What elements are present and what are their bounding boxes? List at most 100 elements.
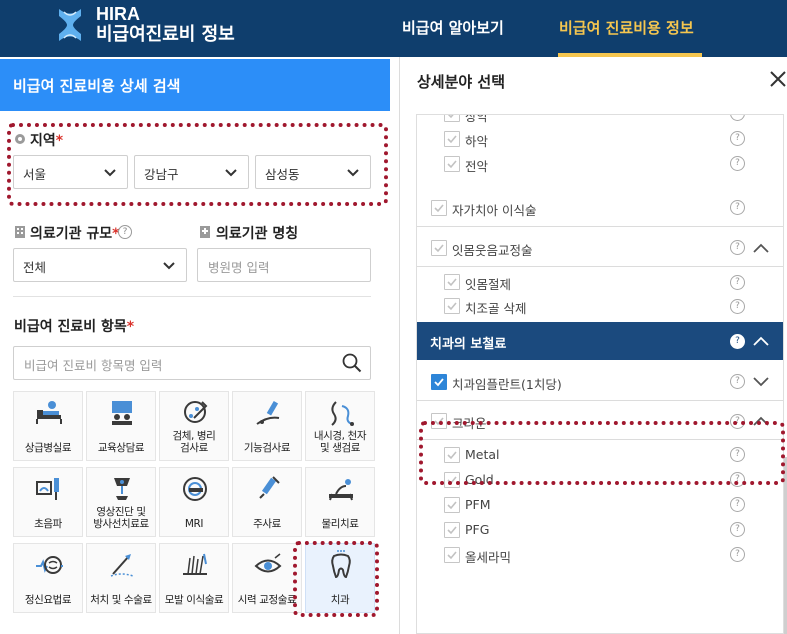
search-icon[interactable] — [342, 353, 362, 373]
subfield-checkbox[interactable] — [444, 496, 460, 513]
subfield-label: 하악 — [465, 133, 489, 149]
subfield-checkbox[interactable] — [431, 199, 447, 216]
institution-name-input[interactable]: 병원명 입력 — [197, 248, 371, 282]
category-tile-radiation[interactable]: 영상진단 및 방사선치료료 — [86, 467, 156, 537]
help-icon[interactable]: ? — [730, 156, 745, 171]
help-icon[interactable]: ? — [730, 240, 745, 255]
subfield-checkbox[interactable] — [444, 298, 460, 314]
subfield-label: PFG — [465, 521, 490, 537]
item-search-placeholder: 비급여 진료비 항목명 입력 — [24, 358, 163, 373]
top-navigation-bar: HIRA 비급여진료비 정보 비급여 알아보기 비급여 진료비용 정보 — [0, 0, 787, 57]
category-tile-brain[interactable]: 정신요법료 — [13, 543, 83, 613]
subfield-checkbox[interactable] — [444, 521, 460, 538]
physical-therapy-icon — [329, 479, 353, 501]
help-icon[interactable]: ? — [730, 547, 745, 562]
category-tile-label: 내시경, 천자 및 생검료 — [313, 430, 367, 454]
hira-logo-icon[interactable] — [55, 6, 85, 44]
function-test-icon — [256, 400, 280, 425]
implant-highlight-box — [419, 421, 785, 485]
subfield-row[interactable]: PFG? — [417, 517, 783, 542]
subfield-row[interactable]: 전악? — [417, 151, 783, 176]
category-tile-hair-transplant[interactable]: 모발 이식술료 — [159, 543, 229, 613]
nav-about-noncovered[interactable]: 비급여 알아보기 — [402, 17, 504, 38]
category-tile-label: 초음파 — [34, 518, 62, 530]
brain-icon — [36, 556, 63, 574]
subfield-label: 치조골 삭제 — [465, 301, 527, 316]
brand-title[interactable]: HIRA 비급여진료비 정보 — [96, 4, 235, 46]
scale-help-icon[interactable]: ? — [118, 225, 132, 239]
category-tile-hospital-bed[interactable]: 상급병실료 — [13, 391, 83, 461]
chevron-down-icon — [163, 262, 175, 270]
category-tile-surgery[interactable]: 처치 및 수술료 — [86, 543, 156, 613]
chevron-up-icon[interactable] — [753, 243, 769, 253]
category-tile-label: 영상진단 및 방사선치료료 — [93, 506, 149, 530]
category-tile-label: 정신요법료 — [24, 594, 72, 606]
category-tile-function-test[interactable]: 기능검사료 — [232, 391, 302, 461]
subfield-label: 자가치아 이식술 — [452, 202, 537, 218]
category-tile-label: 교육상담료 — [97, 442, 145, 454]
subfield-row[interactable]: 하악? — [417, 126, 783, 151]
category-tile-label: 물리치료 — [321, 518, 359, 530]
eye-icon — [254, 553, 282, 573]
brand-en: HIRA — [96, 4, 140, 24]
subfield-row[interactable]: 자가치아 이식술? — [417, 188, 783, 227]
subfield-checkbox[interactable] — [444, 155, 460, 172]
subfield-row[interactable]: 상악? — [417, 115, 783, 126]
help-icon[interactable]: ? — [730, 200, 745, 215]
subfield-row[interactable]: 치조골 삭제? — [417, 294, 783, 318]
subfield-row[interactable]: PFM? — [417, 492, 783, 517]
syringe-icon — [259, 476, 280, 499]
subfield-label: 치과임플란트(1치당) — [452, 376, 562, 392]
help-icon[interactable]: ? — [730, 274, 745, 290]
chevron-down-icon[interactable] — [753, 376, 769, 387]
subfield-group-header[interactable]: 치과의 보철료? — [417, 322, 783, 360]
detail-search-header: 비급여 진료비용 상세 검색 — [0, 59, 390, 111]
category-tile-eye[interactable]: 시력 교정술료 — [232, 543, 302, 613]
subfield-label: 잇몸절제 — [465, 277, 512, 292]
subfield-checkbox[interactable] — [444, 546, 460, 563]
institution-name-placeholder: 병원명 입력 — [208, 260, 270, 275]
help-icon[interactable]: ? — [730, 131, 745, 146]
help-icon[interactable]: ? — [730, 115, 745, 121]
subfield-checkbox[interactable] — [431, 373, 447, 390]
scale-value: 전체 — [23, 260, 47, 275]
radiation-icon — [114, 478, 130, 500]
subfield-select-panel: 상세분야 선택 1/3악당?상악?하악?전악?자가치아 이식술?잇몸웃음교정술?… — [399, 57, 787, 634]
category-tile-mri[interactable]: MRI — [159, 467, 229, 537]
section-divider — [13, 296, 371, 297]
category-tile-syringe[interactable]: 주사료 — [232, 467, 302, 537]
endoscope-icon — [331, 401, 354, 426]
help-icon[interactable]: ? — [730, 333, 745, 349]
chevron-up-icon[interactable] — [753, 336, 769, 346]
category-tile-ultrasound[interactable]: 초음파 — [13, 467, 83, 537]
hair-transplant-icon — [183, 553, 207, 575]
category-tile-microscope[interactable]: 검체, 병리 검사료 — [159, 391, 229, 461]
subfield-label: 전악 — [465, 158, 489, 174]
category-tile-label: 모발 이식술료 — [164, 594, 224, 606]
category-tile-endoscope[interactable]: 내시경, 천자 및 생검료 — [305, 391, 375, 461]
help-icon[interactable]: ? — [730, 497, 745, 512]
category-tile-consultation[interactable]: 교육상담료 — [86, 391, 156, 461]
subfield-list[interactable]: 1/3악당?상악?하악?전악?자가치아 이식술?잇몸웃음교정술?잇몸절제?치조골… — [416, 114, 784, 634]
help-icon[interactable]: ? — [730, 298, 745, 314]
subfield-row[interactable]: 올세라믹? — [417, 542, 783, 567]
subfield-row[interactable]: 잇몸웃음교정술? — [417, 228, 783, 267]
surgery-icon — [110, 554, 134, 577]
help-icon[interactable]: ? — [730, 522, 745, 537]
subfield-label: 잇몸웃음교정술 — [452, 242, 533, 258]
subfield-label: 올세라믹 — [465, 549, 512, 565]
close-icon[interactable] — [768, 69, 787, 89]
institution-name-label: 의료기관 명칭 — [216, 226, 299, 242]
subfield-row[interactable]: 치과임플란트(1치당)? — [417, 362, 783, 401]
subfield-checkbox[interactable] — [444, 115, 460, 122]
category-tile-label: 시력 교정술료 — [237, 594, 297, 606]
subfield-checkbox[interactable] — [431, 239, 447, 256]
subfield-checkbox[interactable] — [444, 274, 460, 290]
subfield-checkbox[interactable] — [444, 130, 460, 147]
nav-noncovered-cost-info[interactable]: 비급여 진료비용 정보 — [559, 17, 694, 38]
scale-select[interactable]: 전체 — [13, 248, 187, 282]
subfield-row[interactable]: 잇몸절제? — [417, 270, 783, 294]
category-tile-physical-therapy[interactable]: 물리치료 — [305, 467, 375, 537]
item-search-input[interactable]: 비급여 진료비 항목명 입력 — [13, 346, 371, 380]
help-icon[interactable]: ? — [730, 374, 745, 389]
